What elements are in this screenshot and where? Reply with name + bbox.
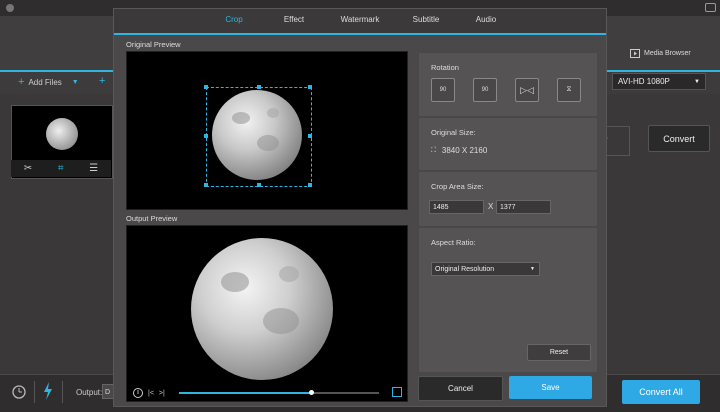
add-files-button[interactable]: + Add Files ▼ bbox=[18, 76, 79, 88]
moon-crater bbox=[279, 266, 299, 282]
crop-handle[interactable] bbox=[204, 85, 208, 89]
crop-width-field[interactable]: 1485 bbox=[429, 200, 484, 214]
media-browser-button[interactable]: Media Browser bbox=[630, 49, 691, 58]
flip-vertical-button[interactable]: ⧖ bbox=[557, 78, 581, 102]
rotation-title: Rotation bbox=[431, 63, 459, 72]
resize-icon: ⛶ bbox=[431, 146, 436, 154]
previous-frame-icon[interactable]: |< bbox=[148, 390, 154, 397]
chat-icon[interactable] bbox=[705, 3, 716, 12]
save-button[interactable]: Save bbox=[509, 376, 592, 399]
add-dvd-icon[interactable]: + bbox=[99, 75, 105, 87]
crop-handle[interactable] bbox=[257, 85, 261, 89]
rotation-panel: Rotation 90 90 ▷◁ ⧖ bbox=[418, 52, 598, 117]
media-browser-label: Media Browser bbox=[644, 50, 691, 57]
aspect-ratio-value: Original Resolution bbox=[435, 265, 495, 273]
adjust-icon[interactable]: ☰ bbox=[89, 163, 98, 174]
original-size-title: Original Size: bbox=[431, 128, 476, 137]
output-label: Output: bbox=[76, 388, 103, 397]
tab-subtitle[interactable]: Subtitle bbox=[400, 9, 452, 33]
crop-handle[interactable] bbox=[308, 183, 312, 187]
output-format-value: AVI-HD 1080P bbox=[618, 77, 670, 86]
edit-dialog: Crop Effect Watermark Subtitle Audio Ori… bbox=[113, 8, 607, 407]
crop-handle[interactable] bbox=[204, 134, 208, 138]
alarm-clock-icon[interactable] bbox=[11, 383, 27, 399]
convert-button[interactable]: Convert bbox=[648, 125, 710, 152]
rotate-left-button[interactable]: 90 bbox=[431, 78, 455, 102]
crop-selection-box[interactable] bbox=[204, 85, 312, 187]
divider bbox=[62, 381, 63, 403]
tab-audio[interactable]: Audio bbox=[460, 9, 512, 33]
crop-width-value: 1485 bbox=[433, 203, 449, 211]
original-preview bbox=[126, 51, 408, 210]
progress-fill bbox=[179, 392, 311, 394]
media-browser-icon bbox=[630, 49, 640, 58]
original-size-row: ⛶ 3840 X 2160 bbox=[431, 146, 487, 155]
rotate-right-button[interactable]: 90 bbox=[473, 78, 497, 102]
original-preview-label: Original Preview bbox=[126, 40, 181, 49]
crop-height-value: 1377 bbox=[500, 203, 516, 211]
player-controls: ‖ |< >| bbox=[133, 388, 165, 398]
crop-handle[interactable] bbox=[257, 183, 261, 187]
tab-effect[interactable]: Effect bbox=[268, 9, 320, 33]
output-preview: ‖ |< >| bbox=[126, 225, 408, 402]
tab-watermark[interactable]: Watermark bbox=[328, 9, 392, 33]
original-size-panel: Original Size: ⛶ 3840 X 2160 bbox=[418, 117, 598, 171]
plus-icon: + bbox=[18, 76, 25, 88]
cancel-button[interactable]: Cancel bbox=[418, 376, 503, 401]
crop-area-title: Crop Area Size: bbox=[431, 182, 484, 191]
add-files-label: Add Files bbox=[28, 77, 62, 87]
rotate-left-icon: 90 bbox=[439, 87, 447, 93]
moon-thumbnail-image bbox=[46, 118, 78, 150]
output-preview-label: Output Preview bbox=[126, 214, 178, 223]
chevron-down-icon[interactable]: ▼ bbox=[72, 79, 79, 86]
crop-handle[interactable] bbox=[308, 134, 312, 138]
tab-underline bbox=[114, 33, 606, 35]
pause-icon[interactable]: ‖ bbox=[133, 388, 143, 398]
flip-vertical-icon: ⧖ bbox=[566, 86, 572, 93]
output-path-value: D bbox=[105, 389, 111, 396]
next-frame-icon[interactable]: >| bbox=[159, 390, 165, 397]
edit-tabs: Crop Effect Watermark Subtitle Audio bbox=[114, 9, 606, 33]
chevron-down-icon: ▼ bbox=[694, 78, 700, 85]
aspect-ratio-title: Aspect Ratio: bbox=[431, 238, 476, 247]
reset-button[interactable]: Reset bbox=[527, 344, 591, 361]
flip-horizontal-button[interactable]: ▷◁ bbox=[515, 78, 539, 102]
scissors-icon[interactable]: ✂ bbox=[24, 163, 32, 174]
thumbnail-toolbar: ✂ ⌗ ☰ bbox=[11, 160, 111, 177]
crop-height-field[interactable]: 1377 bbox=[496, 200, 551, 214]
chevron-down-icon: ▼ bbox=[530, 266, 535, 272]
moon-output-image bbox=[191, 238, 333, 380]
tab-crop[interactable]: Crop bbox=[208, 9, 260, 33]
crop-handle[interactable] bbox=[204, 183, 208, 187]
fullscreen-icon[interactable] bbox=[392, 387, 402, 397]
convert-all-button[interactable]: Convert All bbox=[622, 380, 700, 404]
rotate-right-icon: 90 bbox=[481, 87, 489, 93]
crop-area-panel: Crop Area Size: 1485 X 1377 bbox=[418, 171, 598, 227]
lightning-icon[interactable] bbox=[43, 382, 53, 400]
output-format-select[interactable]: AVI-HD 1080P ▼ bbox=[612, 73, 706, 90]
window-close-dot[interactable] bbox=[6, 4, 14, 12]
progress-track[interactable] bbox=[179, 390, 379, 395]
divider bbox=[34, 381, 35, 403]
original-size-value: 3840 X 2160 bbox=[441, 146, 488, 155]
flip-horizontal-icon: ▷◁ bbox=[520, 84, 534, 95]
moon-crater bbox=[221, 272, 249, 292]
moon-crater bbox=[263, 308, 299, 334]
aspect-ratio-select[interactable]: Original Resolution ▼ bbox=[431, 262, 540, 276]
crop-size-separator: X bbox=[488, 202, 494, 211]
crop-icon[interactable]: ⌗ bbox=[58, 163, 64, 174]
progress-knob[interactable] bbox=[309, 390, 314, 395]
crop-handle[interactable] bbox=[308, 85, 312, 89]
aspect-ratio-panel: Aspect Ratio: Original Resolution ▼ Rese… bbox=[418, 227, 598, 373]
